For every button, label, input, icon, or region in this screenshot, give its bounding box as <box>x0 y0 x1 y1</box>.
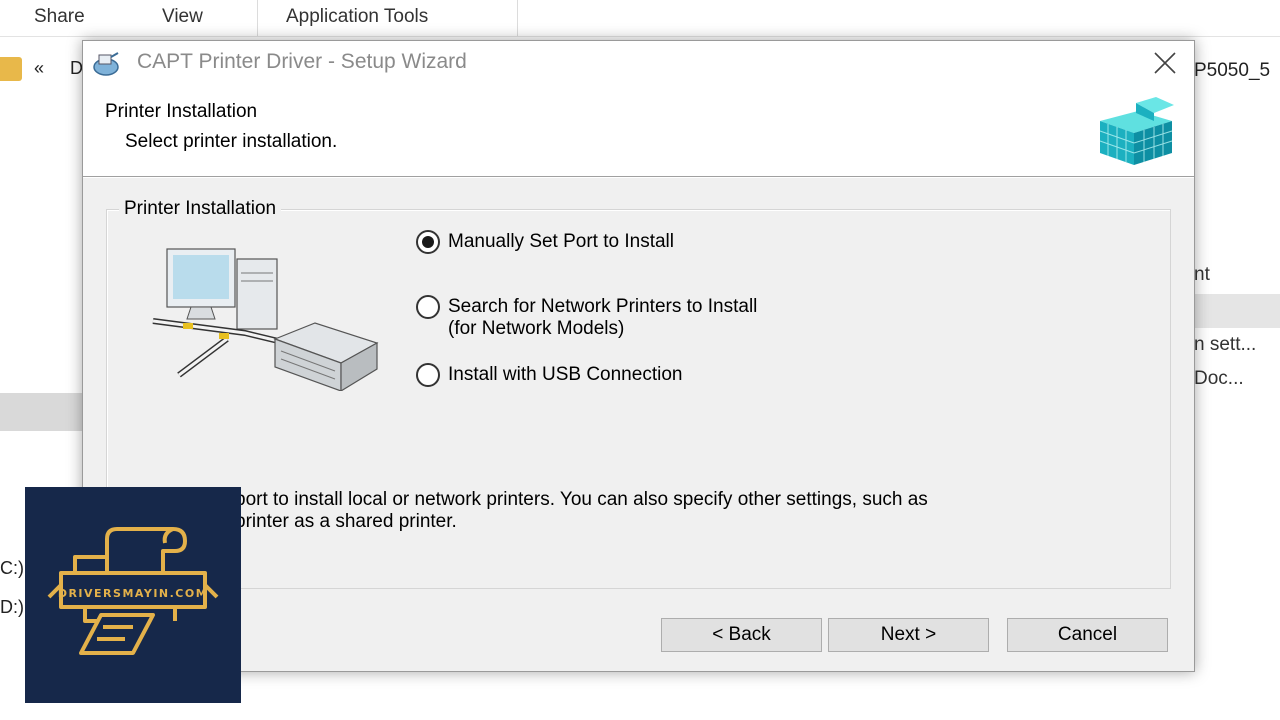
ribbon-tab-share[interactable]: Share <box>34 6 85 28</box>
next-button[interactable]: Next > <box>828 618 989 652</box>
wizard-header: Printer Installation Select printer inst… <box>83 85 1194 176</box>
close-icon <box>1154 52 1176 74</box>
radio-label: Manually Set Port to Install <box>448 231 674 252</box>
nav-pane-selected-item[interactable] <box>0 393 82 431</box>
wizard-step-title: Printer Installation <box>105 101 258 122</box>
watermark-logo: DRIVERSMAYIN.COM <box>25 487 241 703</box>
nav-drive-c[interactable]: C:) <box>0 558 24 579</box>
back-button[interactable]: < Back <box>661 618 822 652</box>
radio-usb-connection[interactable]: Install with USB Connection <box>416 363 683 387</box>
setup-wizard-dialog: CAPT Printer Driver - Setup Wizard Print… <box>82 40 1195 672</box>
close-button[interactable] <box>1136 41 1194 85</box>
ribbon-tab-view[interactable]: View <box>162 6 203 28</box>
ribbon-divider <box>257 0 258 36</box>
radio-label-block: Search for Network Printers to Install (… <box>448 296 757 340</box>
address-overflow-chevron[interactable]: « <box>34 58 44 79</box>
setup-wizard-icon <box>93 52 119 76</box>
dialog-titlebar[interactable]: CAPT Printer Driver - Setup Wizard <box>83 41 1194 85</box>
printer-logo-icon: DRIVERSMAYIN.COM <box>47 527 219 655</box>
canon-cube-logo-icon <box>1099 97 1174 165</box>
radio-button-checked[interactable] <box>416 230 440 254</box>
radio-button[interactable] <box>416 363 440 387</box>
radio-label-sub: (for Network Models) <box>448 318 625 339</box>
folder-icon <box>0 57 22 81</box>
radio-label: Search for Network Printers to Install <box>448 296 758 317</box>
watermark-text: DRIVERSMAYIN.COM <box>58 587 208 600</box>
radio-manual-port[interactable]: Manually Set Port to Install <box>416 230 674 254</box>
radio-label: Install with USB Connection <box>448 364 683 385</box>
wizard-step-subtitle: Select printer installation. <box>125 131 338 152</box>
address-segment-right[interactable]: P5050_5 <box>1194 60 1270 82</box>
right-pane-item[interactable]: nt <box>1194 264 1210 286</box>
radio-search-network[interactable]: Search for Network Printers to Install (… <box>416 295 757 340</box>
cancel-button[interactable]: Cancel <box>1007 618 1168 652</box>
description-line: port to install local or network printer… <box>235 489 928 510</box>
header-separator-highlight <box>83 177 1194 178</box>
ribbon-divider <box>517 0 518 36</box>
nav-drive-d[interactable]: D:) <box>0 597 24 618</box>
dialog-title: CAPT Printer Driver - Setup Wizard <box>137 50 467 73</box>
option-description: port to install local or network printer… <box>235 489 1135 533</box>
description-line: printer as a shared printer. <box>235 511 457 532</box>
right-pane-item[interactable]: n sett... <box>1194 334 1256 356</box>
ribbon-tab-application-tools[interactable]: Application Tools <box>286 6 428 28</box>
groupbox-label: Printer Installation <box>119 198 282 220</box>
right-pane-item[interactable]: Doc... <box>1194 368 1244 390</box>
radio-button[interactable] <box>416 295 440 319</box>
explorer-ribbon: Share View Application Tools <box>0 0 1280 37</box>
right-pane-highlight[interactable] <box>1194 294 1280 328</box>
computer-printer-illustration-icon <box>152 248 379 391</box>
